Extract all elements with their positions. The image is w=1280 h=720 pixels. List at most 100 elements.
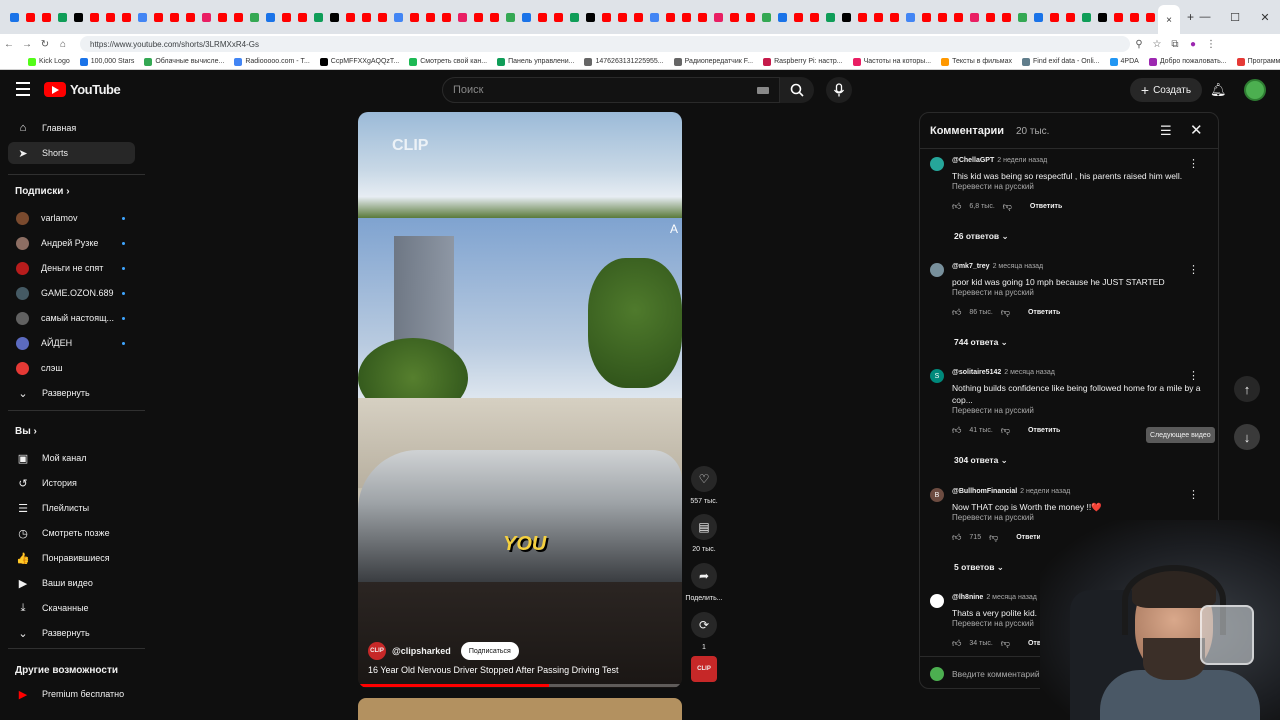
browser-tab[interactable]: [215, 10, 230, 25]
browser-tab[interactable]: [1047, 10, 1062, 25]
browser-tab[interactable]: [695, 10, 710, 25]
sidebar-subscription[interactable]: АЙДЕН: [8, 332, 135, 354]
view-replies-button[interactable]: 744 ответа ⌄: [954, 337, 1008, 348]
video-title[interactable]: 16 Year Old Nervous Driver Stopped After…: [368, 665, 618, 675]
browser-tab[interactable]: [7, 10, 22, 25]
close-window-icon[interactable]: ✕: [1250, 0, 1280, 34]
browser-tab[interactable]: [103, 10, 118, 25]
bookmark-item[interactable]: Облачные вычисле...: [144, 57, 224, 66]
thumbs-down-icon[interactable]: 👎︎: [1003, 201, 1012, 212]
sidebar-you-item[interactable]: ↺ История: [8, 472, 135, 494]
reply-button[interactable]: Ответить: [1028, 309, 1060, 316]
browser-tab[interactable]: [423, 10, 438, 25]
browser-tab[interactable]: [823, 10, 838, 25]
browser-tab[interactable]: [151, 10, 166, 25]
previous-video-arrow-icon[interactable]: ↑: [1234, 376, 1260, 402]
translate-link[interactable]: Перевести на русский: [952, 182, 1034, 191]
browser-tab[interactable]: [519, 10, 534, 25]
bookmark-item[interactable]: 4PDA: [1109, 57, 1139, 66]
browser-tab[interactable]: [951, 10, 966, 25]
browser-tab[interactable]: [503, 10, 518, 25]
browser-tab[interactable]: [647, 10, 662, 25]
bookmark-item[interactable]: Kick Logo: [28, 57, 70, 66]
browser-tab[interactable]: [599, 10, 614, 25]
sidebar-you-item[interactable]: ◷ Смотреть позже: [8, 522, 135, 544]
thumbs-down-icon[interactable]: 👎︎: [1001, 307, 1010, 318]
browser-tab[interactable]: [327, 10, 342, 25]
bookmark-item[interactable]: Find exif data - Onli...: [1021, 57, 1100, 66]
thumbs-up-icon[interactable]: 👍︎: [952, 201, 961, 212]
thumbs-down-icon[interactable]: 👎︎: [989, 532, 998, 543]
comment-author[interactable]: @ChellaGPT 2 недели назад: [952, 157, 1047, 164]
share-icon[interactable]: ➦: [691, 563, 717, 589]
bookmark-item[interactable]: 1476263131225955...: [584, 57, 664, 66]
sidebar-you-item[interactable]: ▶ Ваши видео: [8, 572, 135, 594]
view-replies-button[interactable]: 5 ответов ⌄: [954, 562, 1004, 573]
browser-tab[interactable]: [375, 10, 390, 25]
browser-tab[interactable]: [663, 10, 678, 25]
thumbs-down-icon[interactable]: 👎︎: [1001, 425, 1010, 436]
reply-button[interactable]: Ответить: [1028, 427, 1060, 434]
browser-tab[interactable]: [807, 10, 822, 25]
sidebar-premium[interactable]: ▶ Premium бесплатно: [8, 683, 135, 705]
comment-author-avatar[interactable]: [930, 157, 944, 171]
maximize-icon[interactable]: ☐: [1220, 0, 1250, 34]
browser-tab[interactable]: [583, 10, 598, 25]
sidebar-item-home[interactable]: ⌂ Главная: [8, 117, 135, 139]
more-options-icon[interactable]: ⋮: [1188, 488, 1199, 501]
comment-author-avatar[interactable]: [930, 594, 944, 608]
browser-tab[interactable]: [711, 10, 726, 25]
browser-tab[interactable]: [775, 10, 790, 25]
minimize-icon[interactable]: —: [1190, 0, 1220, 34]
sound-channel-badge[interactable]: CLIP: [691, 656, 717, 682]
browser-tab[interactable]: [743, 10, 758, 25]
browser-tab[interactable]: [855, 10, 870, 25]
search-input[interactable]: Поиск: [442, 77, 780, 103]
browser-tab[interactable]: [791, 10, 806, 25]
bookmark-item[interactable]: 100,000 Stars: [79, 57, 134, 66]
browser-tab[interactable]: [183, 10, 198, 25]
more-options-icon[interactable]: ⋮: [1188, 157, 1199, 170]
shorts-video-player[interactable]: CLIP YOU A CLIP @clipsharked Подписаться…: [358, 112, 682, 688]
menu-hamburger-icon[interactable]: [16, 82, 30, 96]
browser-tab[interactable]: [871, 10, 886, 25]
next-video-arrow-icon[interactable]: ↓: [1234, 424, 1260, 450]
sidebar-subscription[interactable]: Деньги не спят: [8, 257, 135, 279]
next-video-peek[interactable]: [358, 698, 682, 720]
sidebar-you-item[interactable]: ⌄ Развернуть: [8, 622, 135, 644]
subscriptions-header[interactable]: Подписки ›: [15, 186, 70, 197]
home-nav-icon[interactable]: ⌂: [54, 39, 72, 50]
view-replies-button[interactable]: 304 ответа ⌄: [954, 455, 1008, 466]
browser-tab[interactable]: [535, 10, 550, 25]
browser-tab[interactable]: [967, 10, 982, 25]
extensions-icon[interactable]: ⧉: [1166, 39, 1184, 50]
browser-tab[interactable]: [999, 10, 1014, 25]
you-header[interactable]: Вы ›: [15, 426, 37, 437]
thumbs-up-icon[interactable]: 👍︎: [952, 307, 961, 318]
browser-tab[interactable]: [311, 10, 326, 25]
browser-tab[interactable]: [551, 10, 566, 25]
sidebar-you-item[interactable]: 👍 Понравившиеся: [8, 547, 135, 569]
sidebar-subscription[interactable]: varlamov: [8, 207, 135, 229]
more-options-icon[interactable]: ⋮: [1188, 263, 1199, 276]
search-button[interactable]: [780, 77, 814, 103]
browser-tab[interactable]: [759, 10, 774, 25]
browser-tab[interactable]: [23, 10, 38, 25]
forward-icon[interactable]: →: [18, 39, 36, 50]
comment-author-avatar[interactable]: [930, 263, 944, 277]
account-avatar[interactable]: [1244, 79, 1266, 101]
browser-tab[interactable]: [567, 10, 582, 25]
comment-author[interactable]: @solitaire5142 2 месяца назад: [952, 369, 1055, 376]
comment-author-avatar[interactable]: S: [930, 369, 944, 383]
browser-tab[interactable]: [839, 10, 854, 25]
browser-tab[interactable]: [1015, 10, 1030, 25]
bookmark-item[interactable]: Частоты на которы...: [852, 57, 931, 66]
profile-icon[interactable]: ●: [1184, 39, 1202, 50]
browser-tab[interactable]: [1063, 10, 1078, 25]
thumbs-up-icon[interactable]: 👍︎: [952, 425, 961, 436]
browser-tab[interactable]: [887, 10, 902, 25]
back-icon[interactable]: ←: [0, 39, 18, 50]
keyboard-icon[interactable]: [757, 87, 769, 94]
reload-icon[interactable]: ↻: [36, 39, 54, 50]
browser-tab[interactable]: [167, 10, 182, 25]
